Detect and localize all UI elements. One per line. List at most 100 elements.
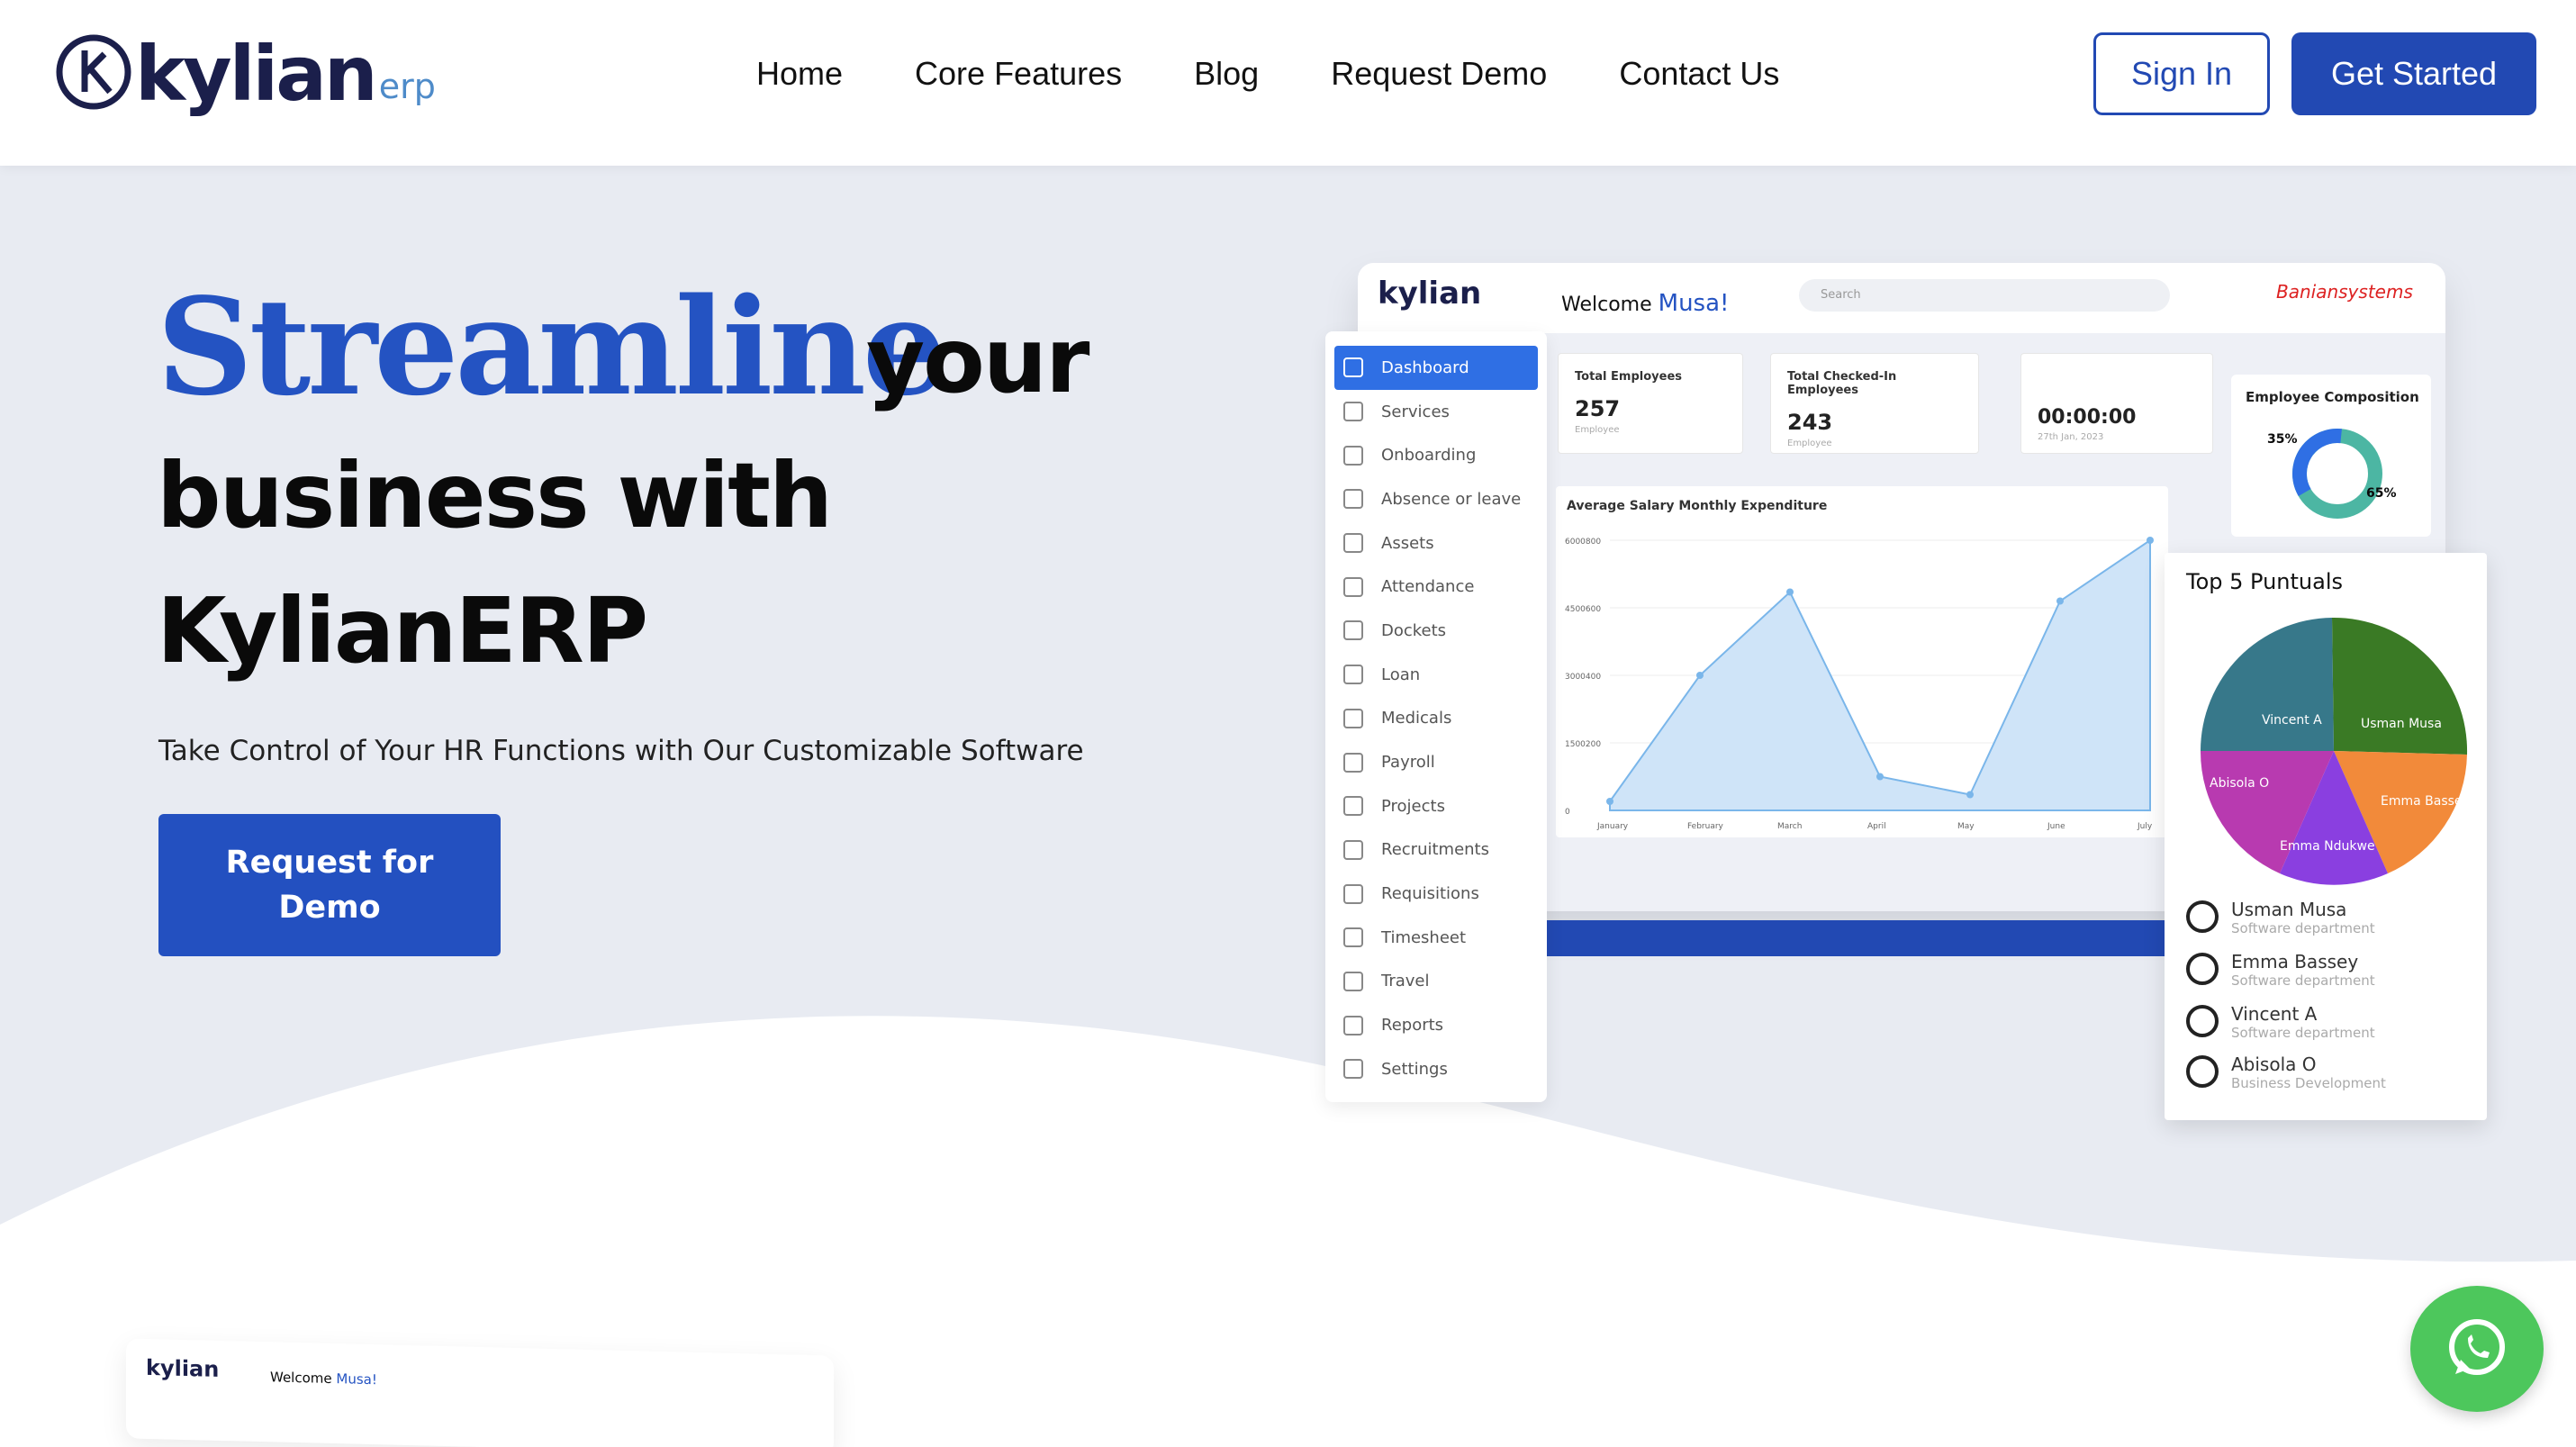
sidebar-item-dockets[interactable]: Dockets [1325,609,1547,653]
avatar [2186,900,2219,933]
x-tick-label: January [1596,822,1629,831]
brand-logo[interactable]: kylian erp [54,32,436,112]
stat-title: Total Checked-In Employees [1787,370,1897,397]
sidebar-item-label: Payroll [1381,753,1435,773]
slice-label: Emma Ndukwe [2280,839,2375,854]
sidebar-item-absence-or-leave[interactable]: Absence or leave [1325,477,1547,521]
nav-contact-us[interactable]: Contact Us [1619,52,1779,95]
sidebar-item-recruitments[interactable]: Recruitments [1325,828,1547,873]
whatsapp-icon [2449,1319,2505,1375]
avatar [2186,1055,2219,1088]
x-tick-label: May [1957,822,1975,831]
data-point [1606,798,1613,805]
nav-blog[interactable]: Blog [1194,52,1259,95]
person-name: Emma Bassey [2231,951,2359,972]
sidebar-item-label: Absence or leave [1381,489,1522,509]
x-tick-label: July [2137,822,2153,831]
mockup-welcome: Welcome Musa! [1561,290,1729,317]
headline-line-2: business with [157,443,833,548]
sidebar-item-icon [1343,927,1363,948]
sidebar-item-label: Dashboard [1381,357,1469,377]
sidebar-item-icon [1343,1059,1363,1080]
y-tick-label: 6000800 [1565,538,1601,547]
headline-word: your [866,308,1089,413]
mini-welcome: Welcome Musa! [270,1369,377,1388]
sidebar-item-payroll[interactable]: Payroll [1325,740,1547,784]
mockup-sidebar: Dashboard Services Onboarding Absence or le… [1325,331,1547,1102]
sidebar-item-label: Assets [1381,533,1434,553]
sidebar-item-timesheet[interactable]: Timesheet [1325,916,1547,960]
sidebar-item-label: Medicals [1381,709,1452,728]
headline-line-3: KylianERP [157,578,648,683]
sidebar-item-label: Recruitments [1381,840,1489,860]
checkin-timer: 00:00:00 [2038,406,2137,429]
nav-home[interactable]: Home [756,52,843,95]
list-item: Abisola O Business Development [2186,1054,2386,1091]
headline-highlight: Streamline [157,268,947,425]
mockup-company: Baniansystems [2276,281,2413,303]
sidebar-item-attendance[interactable]: Attendance [1325,565,1547,609]
get-started-button[interactable]: Get Started [2291,32,2536,115]
data-point [2056,597,2064,605]
brand-name: kylian [135,30,378,118]
x-tick-label: April [1867,822,1886,831]
stat-value: 243 [1787,410,1833,435]
sidebar-item-onboarding[interactable]: Onboarding [1325,433,1547,477]
male-pct: 65% [2366,486,2397,501]
welcome-user: Musa! [336,1370,377,1388]
mockup-logo: kylian [1378,276,1482,312]
sidebar-item-icon [1343,445,1363,466]
mini-logo: kylian [146,1354,220,1382]
sidebar-item-projects[interactable]: Projects [1325,784,1547,828]
nav-request-demo[interactable]: Request Demo [1331,52,1547,95]
whatsapp-chat-button[interactable] [2410,1286,2544,1412]
top5-title: Top 5 Puntuals [2186,569,2343,594]
data-point [1696,672,1704,679]
sidebar-item-assets[interactable]: Assets [1325,521,1547,565]
data-point [1786,588,1794,596]
sidebar-item-label: Travel [1381,972,1430,991]
hero-subtitle: Take Control of Your HR Functions with O… [158,735,1084,767]
stat-card-checked-in: Total Checked-In Employees 243 Employee [1770,353,1979,454]
sidebar-item-label: Onboarding [1381,446,1477,466]
sidebar-item-label: Timesheet [1381,927,1467,947]
sidebar-item-icon [1343,971,1363,991]
sidebar-item-icon [1343,533,1363,554]
person-dept: Software department [2231,972,2375,989]
list-item: Usman Musa Software department [2186,899,2375,936]
sign-in-button[interactable]: Sign In [2093,32,2270,115]
sidebar-item-settings[interactable]: Settings [1325,1047,1547,1091]
checkin-card: 00:00:00 27th Jan, 2023 [2020,353,2213,454]
sidebar-item-icon [1343,357,1363,378]
stat-sub: Employee [1575,425,1620,435]
sidebar-item-icon [1343,576,1363,597]
sidebar-item-label: Projects [1381,796,1445,816]
y-tick-label: 0 [1565,808,1570,817]
sidebar-item-label: Reports [1381,1016,1444,1036]
x-tick-label: February [1687,822,1724,831]
sidebar-item-medicals[interactable]: Medicals [1325,697,1547,741]
sidebar-item-label: Settings [1381,1059,1448,1079]
request-demo-button[interactable]: Request for Demo [158,814,501,956]
data-point [1966,791,1974,799]
sidebar-item-icon [1343,402,1363,422]
logo-mark-icon [56,34,131,110]
checkin-date: 27th Jan, 2023 [2038,432,2104,442]
sidebar-item-services[interactable]: Services [1325,390,1547,434]
main-nav: Home Core Features Blog Request Demo Con… [756,52,1851,95]
secondary-dashboard-preview: kylian Welcome Musa! [126,1338,834,1447]
sidebar-item-loan[interactable]: Loan [1325,653,1547,697]
nav-core-features[interactable]: Core Features [915,52,1122,95]
sidebar-item-dashboard[interactable]: Dashboard [1334,346,1538,390]
brand-sub: erp [378,67,436,106]
punctuals-pie: Vincent A Usman Musa Abisola O Emma Bass… [2200,617,2470,885]
person-dept: Software department [2231,920,2375,936]
sidebar-item-icon [1343,752,1363,773]
sidebar-item-label: Requisitions [1381,884,1479,904]
composition-donut [2292,429,2382,519]
sidebar-item-reports[interactable]: Reports [1325,1003,1547,1047]
sidebar-item-requisitions[interactable]: Requisitions [1325,872,1547,916]
slice-label: Vincent A [2262,713,2322,728]
stat-title: Total Employees [1575,370,1683,384]
sidebar-item-travel[interactable]: Travel [1325,960,1547,1004]
